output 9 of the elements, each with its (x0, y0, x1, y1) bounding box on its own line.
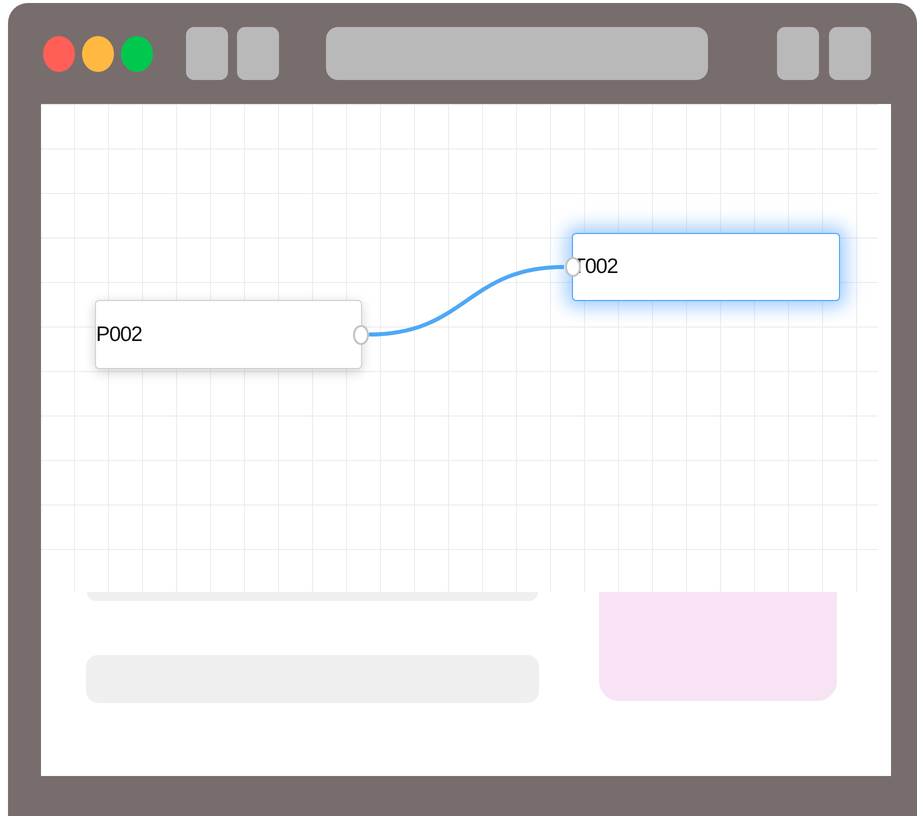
maximize-icon[interactable] (121, 36, 153, 72)
forward-button[interactable] (237, 27, 279, 80)
minimize-icon[interactable] (82, 36, 114, 72)
toolbar-button[interactable] (777, 27, 819, 80)
toolbar-button[interactable] (829, 27, 871, 80)
back-button[interactable] (186, 27, 228, 80)
node-label: P002 (96, 322, 142, 346)
diagram-node[interactable]: P002 (95, 300, 362, 369)
close-icon[interactable] (43, 36, 75, 72)
